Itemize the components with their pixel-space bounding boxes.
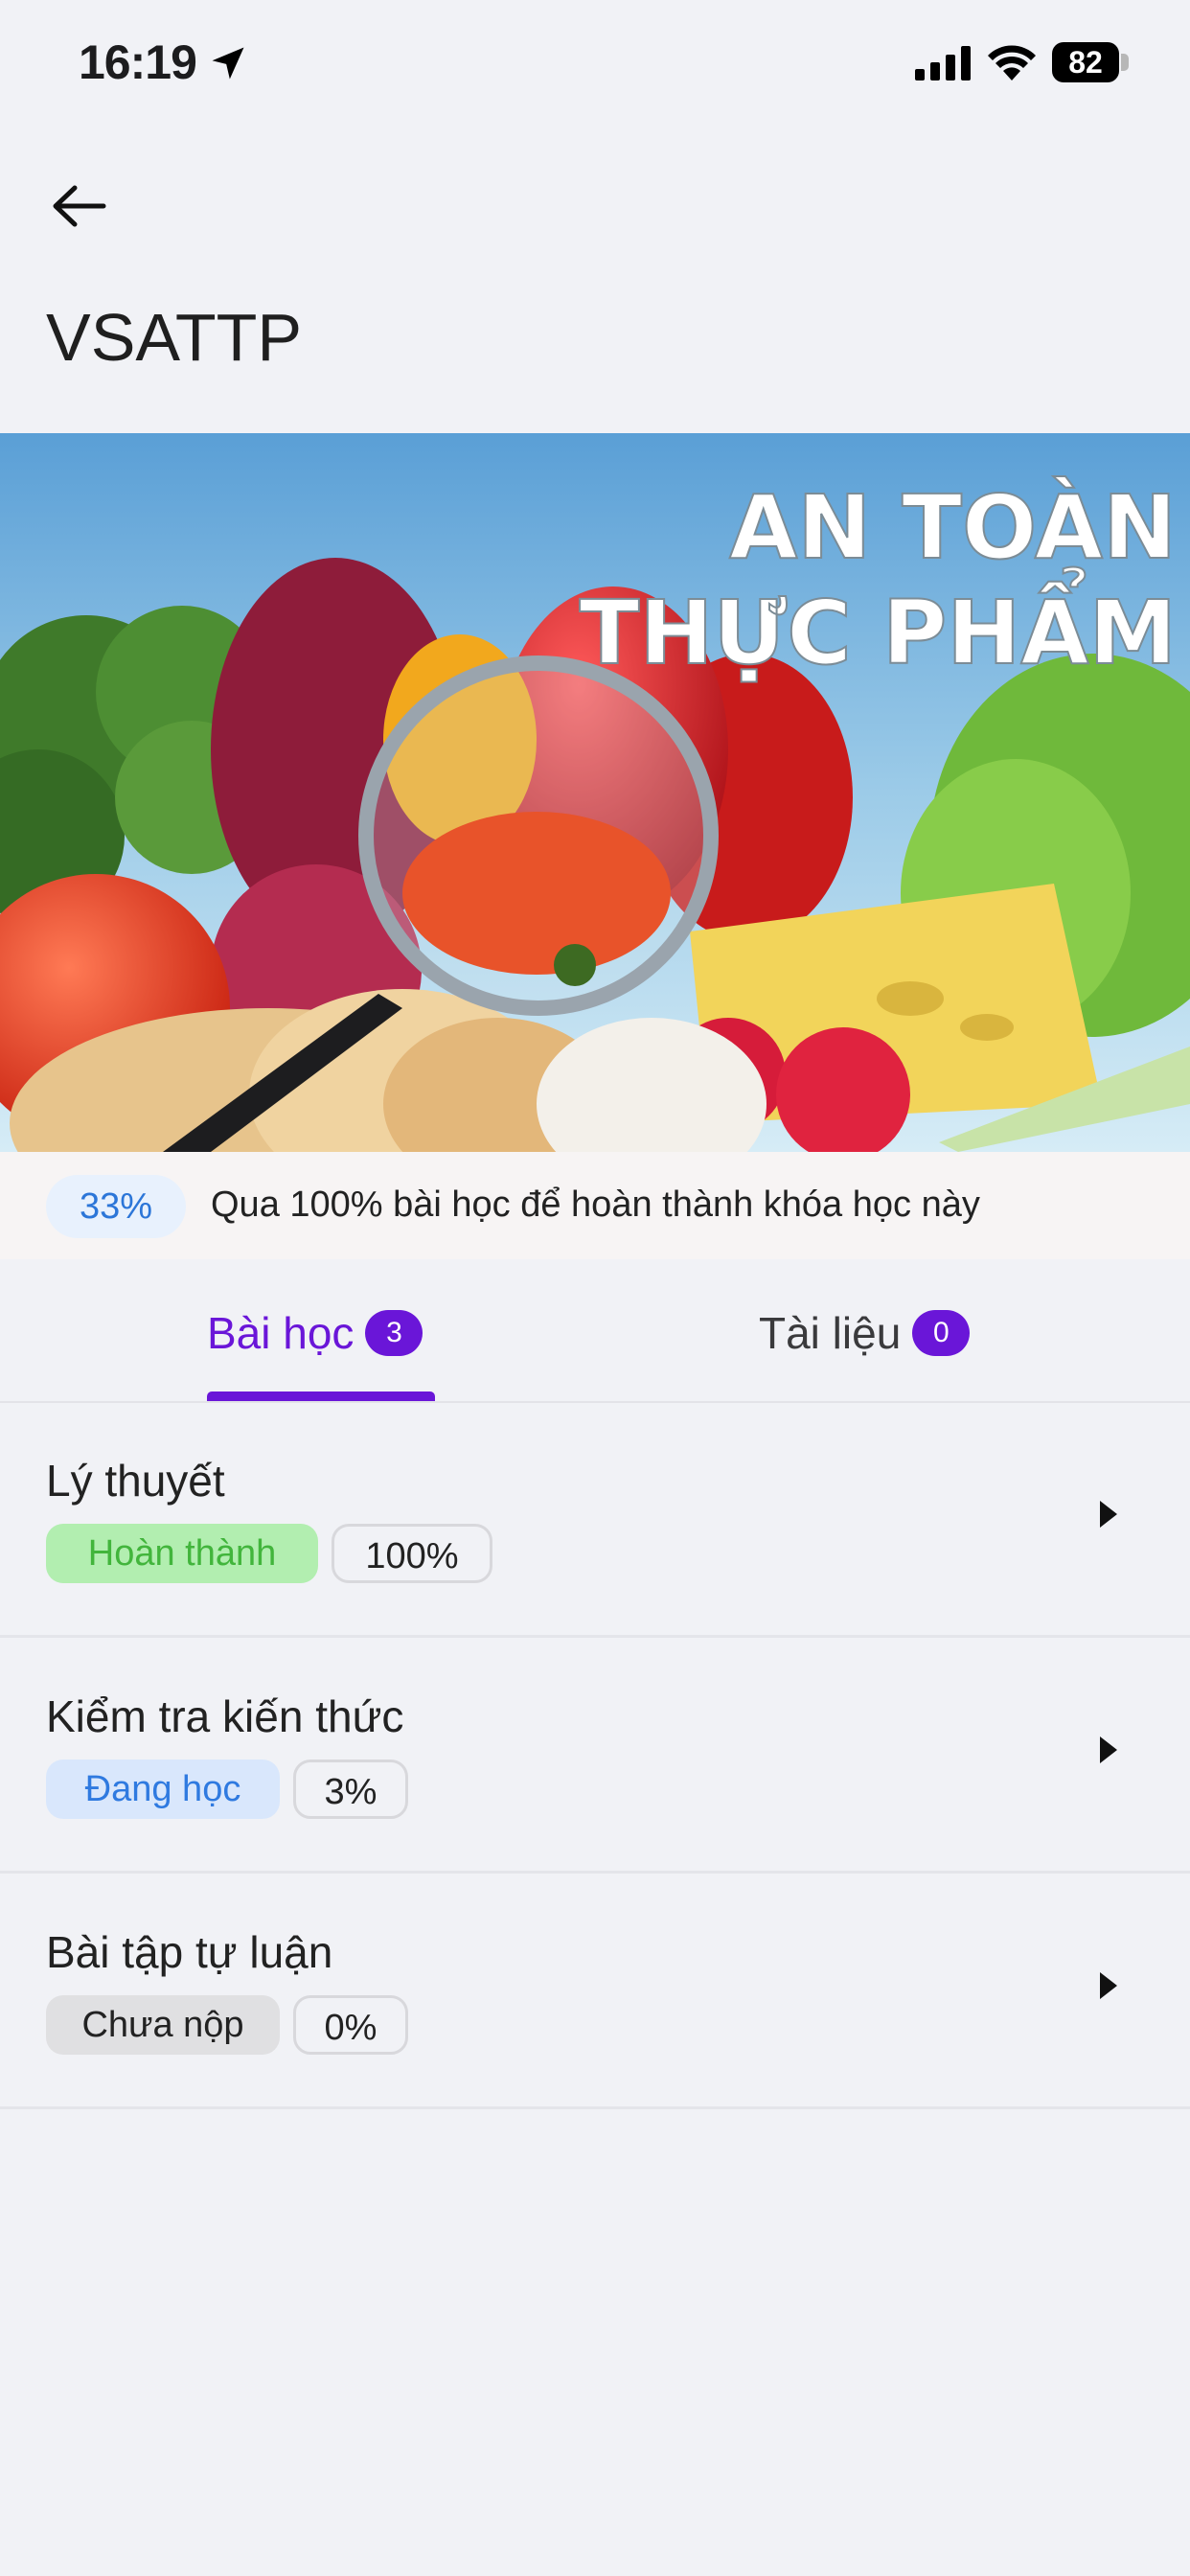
caret-right-icon <box>1100 1972 1117 1999</box>
page-title: VSATTP <box>46 300 303 375</box>
lesson-item[interactable]: Bài tập tự luận Chưa nộp 0% <box>0 1873 1190 2109</box>
tab-bar: Bài học 3 Tài liệu 0 <box>0 1259 1190 1403</box>
lesson-status-badge: Hoàn thành <box>46 1524 318 1583</box>
tab-documents-label: Tài liệu <box>759 1307 902 1358</box>
active-tab-indicator <box>207 1392 435 1401</box>
arrow-left-icon[interactable] <box>46 174 113 242</box>
cellular-signal-icon <box>915 46 971 80</box>
lesson-title: Bài tập tự luận <box>46 1927 333 1977</box>
lesson-percent-badge: 100% <box>332 1524 492 1583</box>
lesson-title: Lý thuyết <box>46 1456 225 1506</box>
caret-right-icon <box>1100 1501 1117 1528</box>
lesson-item[interactable]: Kiểm tra kiến thức Đang học 3% <box>0 1637 1190 1874</box>
wifi-icon <box>988 45 1036 80</box>
tab-lessons[interactable]: Bài học 3 <box>207 1303 423 1361</box>
tab-documents-count: 0 <box>912 1309 971 1356</box>
course-progress: 33% Qua 100% bài học để hoàn thành khóa … <box>0 1152 1190 1259</box>
battery-icon: 82 <box>1052 42 1129 82</box>
lesson-percent-badge: 0% <box>293 1995 408 2055</box>
lesson-status-badge: Chưa nộp <box>46 1995 280 2055</box>
battery-level: 82 <box>1052 42 1119 82</box>
banner-title-line1: AN TOÀN <box>729 475 1177 579</box>
status-bar: 16:19 82 <box>0 0 1190 125</box>
caret-right-icon <box>1100 1736 1117 1763</box>
lesson-percent-badge: 3% <box>293 1760 408 1819</box>
battery-tip <box>1121 54 1129 71</box>
banner-title-line2: THỰC PHẨM <box>580 566 1177 684</box>
lesson-title: Kiểm tra kiến thức <box>46 1691 404 1741</box>
course-banner-image: AN TOÀN THỰC PHẨM <box>0 433 1190 1152</box>
status-time: 16:19 <box>79 35 197 89</box>
progress-percent-badge: 33% <box>46 1175 186 1238</box>
lesson-status-badge: Đang học <box>46 1760 280 1819</box>
tab-documents[interactable]: Tài liệu 0 <box>759 1303 971 1361</box>
tab-lessons-label: Bài học <box>207 1307 355 1358</box>
location-arrow-icon <box>212 47 244 80</box>
lesson-item[interactable]: Lý thuyết Hoàn thành 100% <box>0 1401 1190 1638</box>
tab-lessons-count: 3 <box>365 1309 423 1356</box>
progress-hint: Qua 100% bài học để hoàn thành khóa học … <box>211 1184 980 1225</box>
